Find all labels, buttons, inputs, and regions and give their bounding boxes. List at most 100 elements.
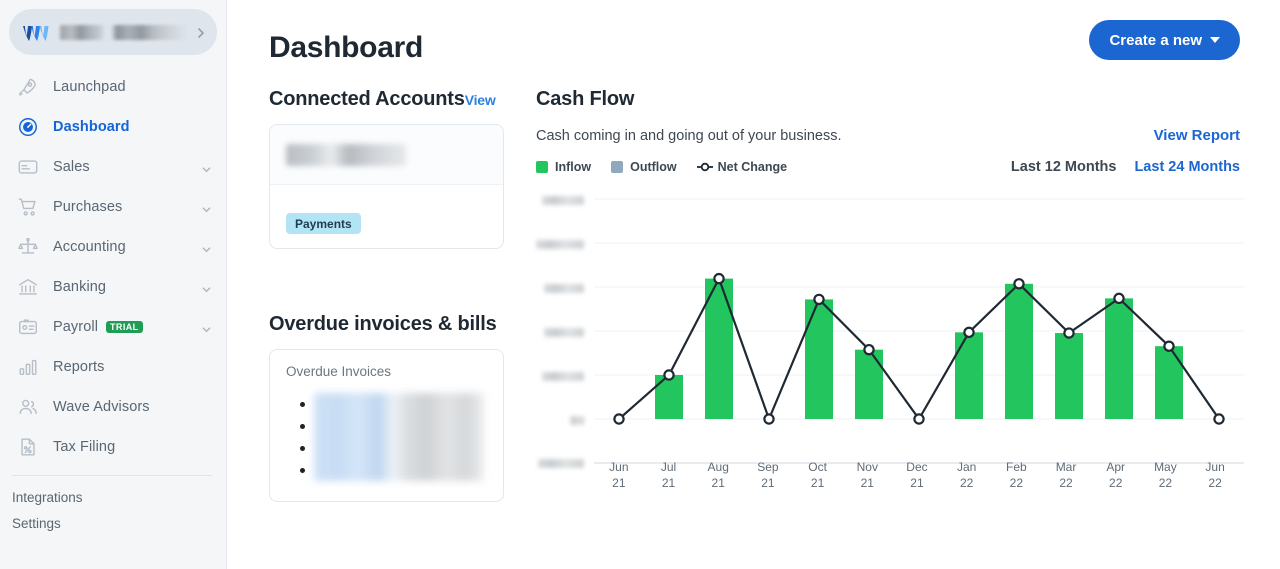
sidebar-item-accounting[interactable]: Accounting [0, 227, 226, 267]
cash-flow-panel: Cash Flow Cash coming in and going out o… [536, 88, 1240, 502]
range-last-24-months[interactable]: Last 24 Months [1134, 159, 1240, 175]
rocket-icon [16, 75, 40, 99]
sidebar-item-wave-advisors[interactable]: Wave Advisors [0, 387, 226, 427]
badge-id-icon [16, 315, 40, 339]
percent-doc-icon [16, 435, 40, 459]
connected-accounts-heading: Connected Accounts View [269, 88, 504, 111]
net-change-marker [614, 414, 623, 423]
range-selector: Last 12 Months Last 24 Months [1011, 159, 1240, 175]
cash-flow-chart[interactable]: Jun21Jul21Aug21Sep21Oct21Nov21Dec21Jan22… [536, 189, 1240, 489]
sidebar-item-dashboard[interactable]: Dashboard [0, 107, 226, 147]
sidebar-item-label: Purchases [53, 199, 122, 215]
view-report-link[interactable]: View Report [1154, 127, 1240, 144]
connected-account-body: Payments [270, 185, 503, 248]
range-last-12-months[interactable]: Last 12 Months [1011, 159, 1117, 175]
cash-flow-subtitle-row: Cash coming in and going out of your bus… [536, 127, 1240, 144]
cash-flow-legend-row: Inflow Outflow [536, 159, 1240, 175]
sidebar-item-settings[interactable]: Settings [0, 510, 226, 536]
chevron-down-icon[interactable] [201, 282, 212, 293]
chart-bar [1105, 298, 1133, 419]
create-a-new-button[interactable]: Create a new [1089, 20, 1240, 60]
legend-label: Outflow [630, 160, 677, 174]
business-switcher[interactable] [9, 9, 217, 55]
overdue-invoices-card[interactable]: Overdue Invoices [269, 349, 504, 502]
chevron-down-icon[interactable] [201, 322, 212, 333]
x-tick-label: May22 [1141, 459, 1191, 491]
y-tick-label [544, 328, 584, 337]
net-change-marker [1014, 279, 1023, 288]
main-content: Dashboard Create a new Connected Account… [227, 0, 1280, 569]
sidebar-nav: Launchpad Dashboard [0, 67, 226, 536]
connected-accounts-view-link[interactable]: View [465, 92, 496, 108]
chart-svg [594, 189, 1244, 475]
sidebar-item-label: Reports [53, 359, 104, 375]
chevron-down-icon[interactable] [201, 202, 212, 213]
net-change-marker [914, 414, 923, 423]
card-icon [16, 155, 40, 179]
sidebar-divider [12, 475, 212, 476]
net-change-marker [664, 370, 673, 379]
chevron-down-icon[interactable] [201, 162, 212, 173]
sidebar-item-integrations[interactable]: Integrations [0, 484, 226, 510]
y-tick-label [542, 196, 584, 205]
x-tick-label: Jul21 [644, 459, 694, 491]
chart-plot-area [594, 189, 1240, 480]
sidebar-item-label: Launchpad [53, 79, 126, 95]
payments-badge: Payments [286, 213, 361, 234]
x-tick-label: Jun21 [594, 459, 644, 491]
create-button-label: Create a new [1109, 32, 1202, 49]
overdue-invoices-label: Overdue Invoices [286, 364, 487, 379]
cash-flow-title: Cash Flow [536, 88, 1240, 111]
x-tick-label: Mar22 [1041, 459, 1091, 491]
legend-item-inflow: Inflow [536, 160, 591, 174]
sidebar-item-reports[interactable]: Reports [0, 347, 226, 387]
legend-item-outflow: Outflow [611, 160, 677, 174]
net-change-marker [864, 345, 873, 354]
sidebar-item-sales[interactable]: Sales [0, 147, 226, 187]
x-tick-label: Apr22 [1091, 459, 1141, 491]
x-tick-label: Jan22 [942, 459, 992, 491]
sidebar-item-purchases[interactable]: Purchases [0, 187, 226, 227]
x-tick-label: Sep21 [743, 459, 793, 491]
chart-bar [855, 350, 883, 419]
y-tick-label [542, 372, 584, 381]
legend-swatch-outflow [611, 161, 623, 173]
business-name-redacted [60, 25, 187, 40]
sidebar-item-label: Payroll [53, 319, 98, 335]
overdue-invoices-list [286, 393, 487, 481]
sidebar-item-tax-filing[interactable]: Tax Filing [0, 427, 226, 467]
sidebar-item-label: Settings [12, 516, 61, 531]
y-tick-label [544, 284, 584, 293]
chart-bar [955, 332, 983, 419]
net-change-marker-icon [697, 161, 711, 173]
chevron-down-icon[interactable] [201, 242, 212, 253]
connected-accounts-card[interactable]: Payments [269, 124, 504, 249]
x-tick-label: Aug21 [693, 459, 743, 491]
net-change-marker [764, 414, 773, 423]
y-tick-label [570, 416, 584, 425]
bullet-icon [300, 446, 305, 451]
bullet-icon [300, 424, 305, 429]
sidebar-item-label: Accounting [53, 239, 126, 255]
bank-icon [16, 275, 40, 299]
sidebar-item-launchpad[interactable]: Launchpad [0, 67, 226, 107]
sidebar-item-label: Tax Filing [53, 439, 115, 455]
bullet-icon [300, 402, 305, 407]
x-tick-label: Jun22 [1190, 459, 1240, 491]
account-name-redacted [286, 144, 406, 166]
sidebar-item-banking[interactable]: Banking [0, 267, 226, 307]
net-change-marker [1214, 414, 1223, 423]
sidebar-item-label: Wave Advisors [53, 399, 150, 415]
overdue-title: Overdue invoices & bills [269, 313, 497, 336]
sidebar-item-payroll[interactable]: Payroll TRIAL [0, 307, 226, 347]
legend-label: Net Change [718, 160, 787, 174]
left-column: Connected Accounts View Payments Overdue… [269, 88, 504, 502]
status-badge: TRIAL [106, 321, 143, 333]
speedometer-icon [16, 115, 40, 139]
legend-swatch-inflow [536, 161, 548, 173]
chart-legend: Inflow Outflow [536, 160, 787, 174]
overdue-invoices-redacted [314, 393, 484, 481]
x-tick-label: Feb22 [992, 459, 1042, 491]
people-icon [16, 395, 40, 419]
legend-label: Inflow [555, 160, 591, 174]
